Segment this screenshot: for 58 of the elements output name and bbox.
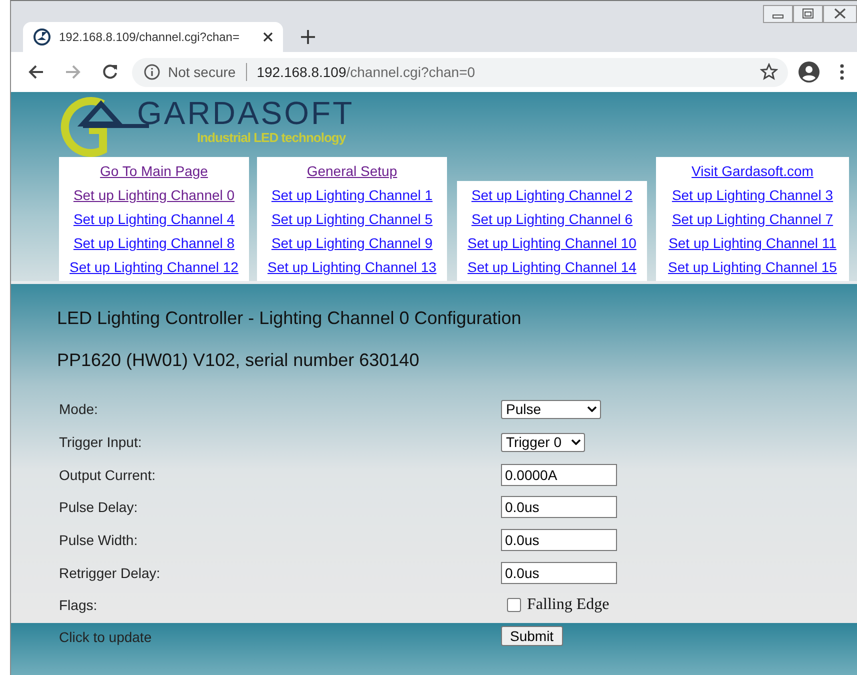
- nav-link[interactable]: Set up Lighting Channel 5: [271, 207, 433, 231]
- input-field[interactable]: 0.0us: [501, 562, 617, 584]
- input-field[interactable]: 0.0us: [501, 529, 617, 552]
- field-label: Mode:: [58, 401, 99, 418]
- field-label: Pulse Width:: [58, 532, 139, 548]
- nav-link[interactable]: Set up Lighting Channel 10: [468, 231, 636, 255]
- submit-button[interactable]: Submit: [501, 626, 563, 646]
- field-label: Trigger Input:: [58, 434, 143, 450]
- nav-link[interactable]: Set up Lighting Channel 4: [73, 207, 235, 231]
- new-tab-icon[interactable]: [301, 30, 315, 44]
- field-label: Retrigger Delay:: [58, 564, 162, 581]
- reload-icon[interactable]: [102, 64, 118, 80]
- nav-link[interactable]: Set up Lighting Channel 8: [73, 231, 235, 255]
- nav-link[interactable]: Set up Lighting Channel 0: [73, 183, 235, 207]
- close-icon[interactable]: [823, 5, 857, 23]
- nav-link[interactable]: Set up Lighting Channel 12: [70, 255, 238, 279]
- logo-tagline: Industrial LED technology: [197, 130, 347, 146]
- star-icon[interactable]: [760, 63, 778, 81]
- caret-icon: [587, 406, 597, 412]
- back-icon[interactable]: [28, 64, 44, 80]
- caret-icon: [571, 439, 581, 446]
- field-label: Pulse Delay:: [58, 499, 139, 516]
- info-icon: [144, 64, 160, 80]
- browser-tab[interactable]: 192.168.8.109/channel.cgi?chan=: [23, 22, 283, 52]
- nav-link[interactable]: Set up Lighting Channel 3: [672, 183, 834, 207]
- page-heading: LED Lighting Controller - Lighting Channel 0 Configuration: [57, 307, 522, 330]
- nav-link[interactable]: Set up Lighting Channel 14: [468, 255, 636, 279]
- input-field[interactable]: 0.0000A: [501, 464, 617, 486]
- close-icon[interactable]: [263, 32, 273, 42]
- field-label: Output Current:: [58, 466, 156, 483]
- logo-wordmark: GARDASOFT: [137, 96, 354, 130]
- nav-link[interactable]: Set up Lighting Channel 1: [271, 183, 433, 207]
- account-icon[interactable]: [798, 61, 820, 83]
- nav-link[interactable]: Set up Lighting Channel 11: [668, 231, 836, 255]
- nav-link[interactable]: Set up Lighting Channel 7: [672, 207, 834, 231]
- gauge-icon: [33, 28, 51, 46]
- device-info: PP1620 (HW01) V102, serial number 630140: [57, 349, 420, 372]
- nav-link[interactable]: Set up Lighting Channel 13: [268, 255, 436, 279]
- menu-icon[interactable]: [840, 64, 844, 80]
- nav-link[interactable]: Set up Lighting Channel 6: [471, 207, 633, 231]
- restore-icon[interactable]: [793, 5, 823, 23]
- input-field[interactable]: 0.0us: [501, 496, 617, 518]
- security-label: Not secure: [168, 64, 236, 80]
- checkbox-label: Falling Edge: [527, 596, 610, 614]
- field-label: Click to update: [58, 628, 153, 647]
- nav-link[interactable]: Visit Gardasoft.com: [692, 159, 814, 183]
- nav-link[interactable]: Set up Lighting Channel 2: [471, 183, 633, 207]
- checkbox[interactable]: [507, 598, 521, 612]
- address-bar[interactable]: Not secure 192.168.8.109/channel.cgi?chan=0: [132, 58, 788, 86]
- url-text: 192.168.8.109/channel.cgi?chan=0: [256, 64, 476, 80]
- dropdown[interactable]: Pulse: [501, 400, 601, 419]
- nav-link[interactable]: Set up Lighting Channel 9: [271, 231, 433, 255]
- nav-link[interactable]: Go To Main Page: [100, 159, 208, 183]
- dropdown[interactable]: Trigger 0: [501, 432, 585, 452]
- field-label: Flags:: [58, 597, 98, 614]
- nav-link[interactable]: General Setup: [306, 159, 398, 183]
- nav-link[interactable]: Set up Lighting Channel 15: [668, 255, 837, 279]
- minimize-icon[interactable]: [763, 5, 793, 23]
